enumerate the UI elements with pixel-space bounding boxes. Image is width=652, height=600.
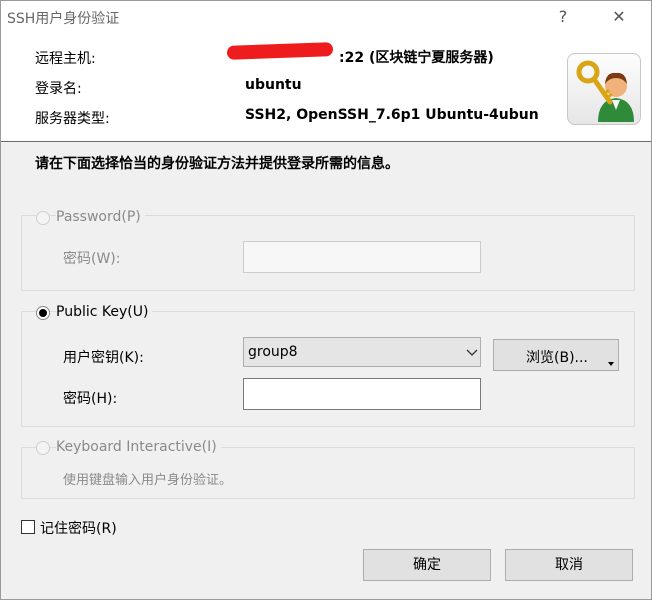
password-option-label: Password(P) bbox=[56, 209, 145, 225]
help-icon[interactable]: ? bbox=[549, 5, 577, 29]
key-user-icon bbox=[567, 53, 641, 125]
remember-password-label[interactable]: 记住密码(R) bbox=[40, 518, 117, 538]
cancel-button[interactable]: 取消 bbox=[505, 549, 633, 581]
user-key-label: 用户密钥(K): bbox=[63, 350, 144, 366]
login-name-label: 登录名: bbox=[35, 81, 82, 97]
keyboard-interactive-radio[interactable] bbox=[36, 441, 50, 455]
server-type-value: SSH2, OpenSSH_7.6p1 Ubuntu-4ubuntu bbox=[245, 107, 539, 123]
instruction-text: 请在下面选择恰当的身份验证方法并提供登录所需的信息。 bbox=[35, 156, 399, 172]
title-bar: SSH用户身份验证 ? ✕ bbox=[1, 1, 651, 33]
password-radio[interactable] bbox=[36, 211, 50, 225]
remote-host-value: :22 (区块链宁夏服务器) bbox=[339, 50, 494, 66]
dropdown-chevron-icon bbox=[466, 349, 478, 356]
close-icon[interactable]: ✕ bbox=[603, 5, 635, 29]
ssh-auth-dialog: SSH用户身份验证 ? ✕ 远程主机: :22 (区块链宁夏服务器) 登录名: … bbox=[0, 0, 652, 600]
keyboard-interactive-hint: 使用键盘输入用户身份验证。 bbox=[63, 473, 233, 488]
login-name-value: ubuntu bbox=[245, 77, 302, 93]
ok-button[interactable]: 确定 bbox=[363, 549, 491, 581]
keyboard-interactive-option-label: Keyboard Interactive(I) bbox=[56, 439, 221, 455]
browse-menu-arrow-icon bbox=[608, 362, 614, 366]
passphrase-label: 密码(H): bbox=[63, 391, 118, 407]
browse-button-label: 浏览(B)... bbox=[526, 350, 588, 366]
server-type-label: 服务器类型: bbox=[35, 111, 110, 127]
user-key-select[interactable]: group8 bbox=[243, 337, 481, 367]
password-input[interactable] bbox=[243, 241, 481, 273]
remember-password-checkbox[interactable] bbox=[21, 520, 35, 534]
window-title: SSH用户身份验证 bbox=[7, 11, 120, 27]
browse-button[interactable]: 浏览(B)... bbox=[493, 339, 619, 371]
publickey-radio[interactable] bbox=[36, 306, 50, 320]
publickey-option-label: Public Key(U) bbox=[56, 304, 153, 320]
user-key-selected-value: group8 bbox=[248, 344, 298, 360]
passphrase-input[interactable] bbox=[243, 378, 481, 410]
password-field-label: 密码(W): bbox=[63, 251, 121, 267]
remote-host-label: 远程主机: bbox=[35, 51, 96, 67]
